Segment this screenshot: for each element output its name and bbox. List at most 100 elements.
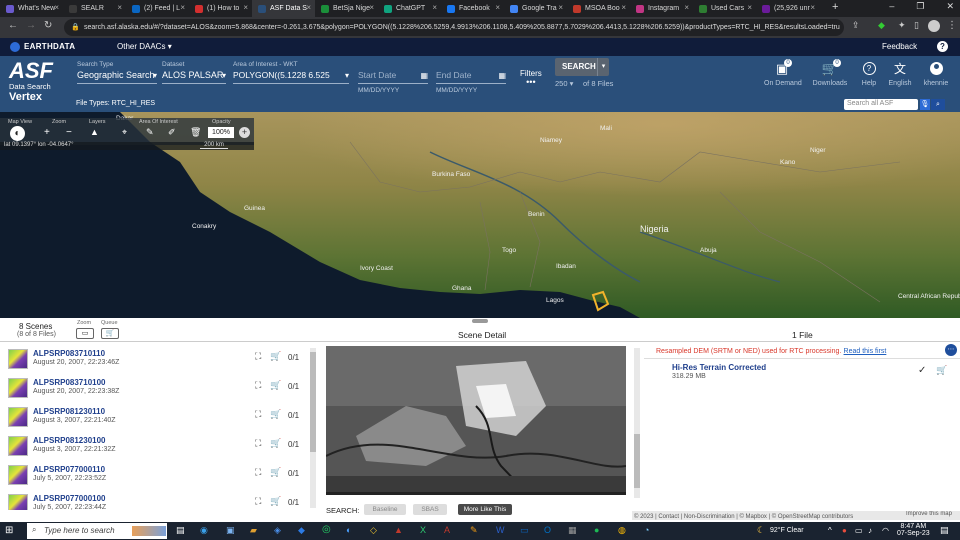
edge-icon[interactable]: ◉ (200, 525, 208, 536)
chat-icon[interactable]: ⋯ (945, 344, 957, 356)
scene-thumbnail[interactable] (8, 378, 28, 398)
scene-list-scrollbar[interactable] (310, 348, 316, 508)
feedback-link[interactable]: Feedback (882, 42, 917, 51)
store-icon[interactable]: ▣ (226, 525, 235, 536)
zoom-to-scene-icon[interactable]: ⛶ (255, 496, 261, 507)
add-scene-to-queue-icon[interactable]: 🛒 (270, 409, 281, 420)
scene-row[interactable]: ALPSRP077000100 July 5, 2007, 22:23:44Z ⛶ 🛒… (0, 491, 310, 510)
zoom-out-icon[interactable]: − (66, 127, 72, 138)
wifi-icon[interactable]: ◠ (882, 526, 889, 535)
start-date-input[interactable]: Start Date ▦ (358, 70, 428, 84)
browser-tab[interactable]: MSOA Boo × (567, 0, 630, 17)
acrobat-icon[interactable]: A (444, 525, 450, 535)
add-scene-to-queue-icon[interactable]: 🛒 (270, 380, 281, 391)
tab-close-icon[interactable]: × (621, 3, 626, 12)
tab-close-icon[interactable]: × (180, 3, 185, 12)
scene-thumbnail[interactable] (8, 407, 28, 427)
browser-tab[interactable]: What's New × (0, 0, 63, 17)
layers-icon[interactable]: ▲ (90, 127, 99, 137)
tab-close-icon[interactable]: × (558, 3, 563, 12)
zoom-to-scene-icon[interactable]: ⛶ (255, 351, 261, 362)
app-icon-1[interactable]: ◈ (274, 525, 281, 536)
help-button[interactable]: ? Help (858, 62, 880, 87)
whatsapp-icon[interactable]: ◎ (322, 524, 331, 535)
profile-avatar[interactable] (928, 20, 940, 32)
app-icon-3[interactable]: ◐ (346, 525, 351, 535)
tab-close-icon[interactable]: × (495, 3, 500, 12)
read-this-first-link[interactable]: Read this first (844, 348, 887, 355)
windows-start-icon[interactable]: ⊞ (5, 525, 13, 536)
sbas-button[interactable]: SBAS (413, 504, 447, 515)
asf-logo[interactable]: ASF Data Search Vertex (9, 60, 64, 108)
search-options-chevron-icon[interactable]: ▾ (597, 58, 609, 76)
trash-icon[interactable]: 🗑 (190, 127, 201, 138)
reload-icon[interactable]: ↻ (44, 20, 52, 31)
add-to-queue-icon[interactable]: 🛒 (936, 365, 947, 376)
detail-scrollbar[interactable] (634, 348, 640, 498)
app-icon-2[interactable]: ◆ (298, 525, 305, 536)
tab-close-icon[interactable]: × (810, 3, 815, 12)
notifications-icon[interactable]: ▤ (940, 525, 949, 536)
address-bar[interactable]: 🔒 search.asf.alaska.edu/#/?dataset=ALOS&… (64, 19, 844, 36)
tab-close-icon[interactable]: × (306, 3, 311, 12)
browser-tab[interactable]: (25,926 unr × (756, 0, 819, 17)
browser-menu-icon[interactable]: ⋮ (947, 20, 957, 31)
globe-icon[interactable]: ◐ (10, 126, 25, 141)
calendar-icon[interactable]: ▦ (498, 71, 506, 80)
edit-pencil-icon[interactable]: ✎ (146, 127, 154, 138)
downloads-button[interactable]: 🛒 0 Downloads (812, 59, 848, 87)
clock[interactable]: 8:47 AM 07-Sep-23 (897, 523, 930, 537)
outlook-icon[interactable]: O (544, 525, 551, 535)
max-results-select[interactable]: 250 ▾ (555, 79, 573, 88)
app-icon-6[interactable]: ✎ (470, 525, 478, 536)
task-view-icon[interactable]: ▤ (176, 525, 185, 536)
extensions-puzzle-icon[interactable]: ✦ (898, 20, 906, 31)
resize-handle[interactable] (472, 319, 488, 323)
language-button[interactable]: 文 English (887, 62, 913, 87)
file-explorer-icon[interactable]: ▰ (250, 525, 257, 536)
tab-close-icon[interactable]: × (432, 3, 437, 12)
search-button[interactable]: SEARCH ▾ (555, 58, 609, 76)
edit-shape-icon[interactable]: ✐ (168, 127, 176, 138)
aoi-input[interactable]: POLYGON((5.1228 6.525 ▾ (233, 70, 349, 84)
add-scene-to-queue-icon[interactable]: 🛒 (270, 467, 281, 478)
weather-text[interactable]: 92°F Clear (770, 527, 804, 534)
browser-tab[interactable]: Google Tra × (504, 0, 567, 17)
zoom-to-scene-icon[interactable]: ⛶ (255, 409, 261, 420)
search-type-select[interactable]: Geographic Search ▾ (77, 70, 157, 84)
forward-icon[interactable]: → (26, 20, 36, 31)
tab-close-icon[interactable]: × (747, 3, 752, 12)
new-tab-button[interactable]: + (832, 1, 838, 13)
extension-icon[interactable]: ◆ (878, 20, 885, 31)
queue-all-icon[interactable]: 🛒 (101, 328, 119, 339)
tray-app-icon[interactable]: ● (842, 526, 847, 535)
end-date-input[interactable]: End Date ▦ (436, 70, 506, 84)
more-like-this-button[interactable]: More Like This (458, 504, 512, 515)
app-icon-5[interactable]: ▲ (394, 525, 403, 535)
minimize-icon[interactable]: – (889, 1, 894, 12)
dataset-select[interactable]: ALOS PALSAR ▾ (162, 70, 226, 84)
tab-close-icon[interactable]: × (684, 3, 689, 12)
spotify-icon[interactable]: ● (594, 525, 599, 535)
excel-icon[interactable]: X (420, 525, 426, 535)
help-circle-icon[interactable]: ? (937, 41, 948, 52)
maximize-icon[interactable]: ❐ (916, 1, 924, 12)
close-window-icon[interactable]: ✕ (946, 1, 954, 12)
app-icon-7[interactable]: ▭ (520, 525, 529, 536)
back-icon[interactable]: ← (8, 20, 18, 31)
add-scene-to-queue-icon[interactable]: 🛒 (270, 438, 281, 449)
calendar-icon[interactable]: ▦ (420, 71, 428, 80)
browser-tab[interactable]: Facebook × (441, 0, 504, 17)
browser-tab[interactable]: ASF Data S × (252, 0, 315, 17)
opacity-value[interactable]: 100% (208, 127, 234, 138)
on-demand-button[interactable]: ▣ 0 On Demand (764, 59, 802, 87)
scene-row[interactable]: ALPSRP083710110 August 20, 2007, 22:23:46… (0, 346, 310, 375)
zoom-to-results-icon[interactable]: ▭ (76, 328, 94, 339)
user-button[interactable]: khennie (922, 62, 950, 87)
scene-row[interactable]: ALPSRP081230110 August 3, 2007, 22:21:40Z… (0, 404, 310, 433)
earthdata-brand[interactable]: EARTHDATA (24, 42, 75, 51)
browser-tab[interactable]: SEALR × (63, 0, 126, 17)
browser-tab[interactable]: Used Cars × (693, 0, 756, 17)
scene-thumbnail[interactable] (8, 349, 28, 369)
scene-thumbnail[interactable] (8, 465, 28, 485)
